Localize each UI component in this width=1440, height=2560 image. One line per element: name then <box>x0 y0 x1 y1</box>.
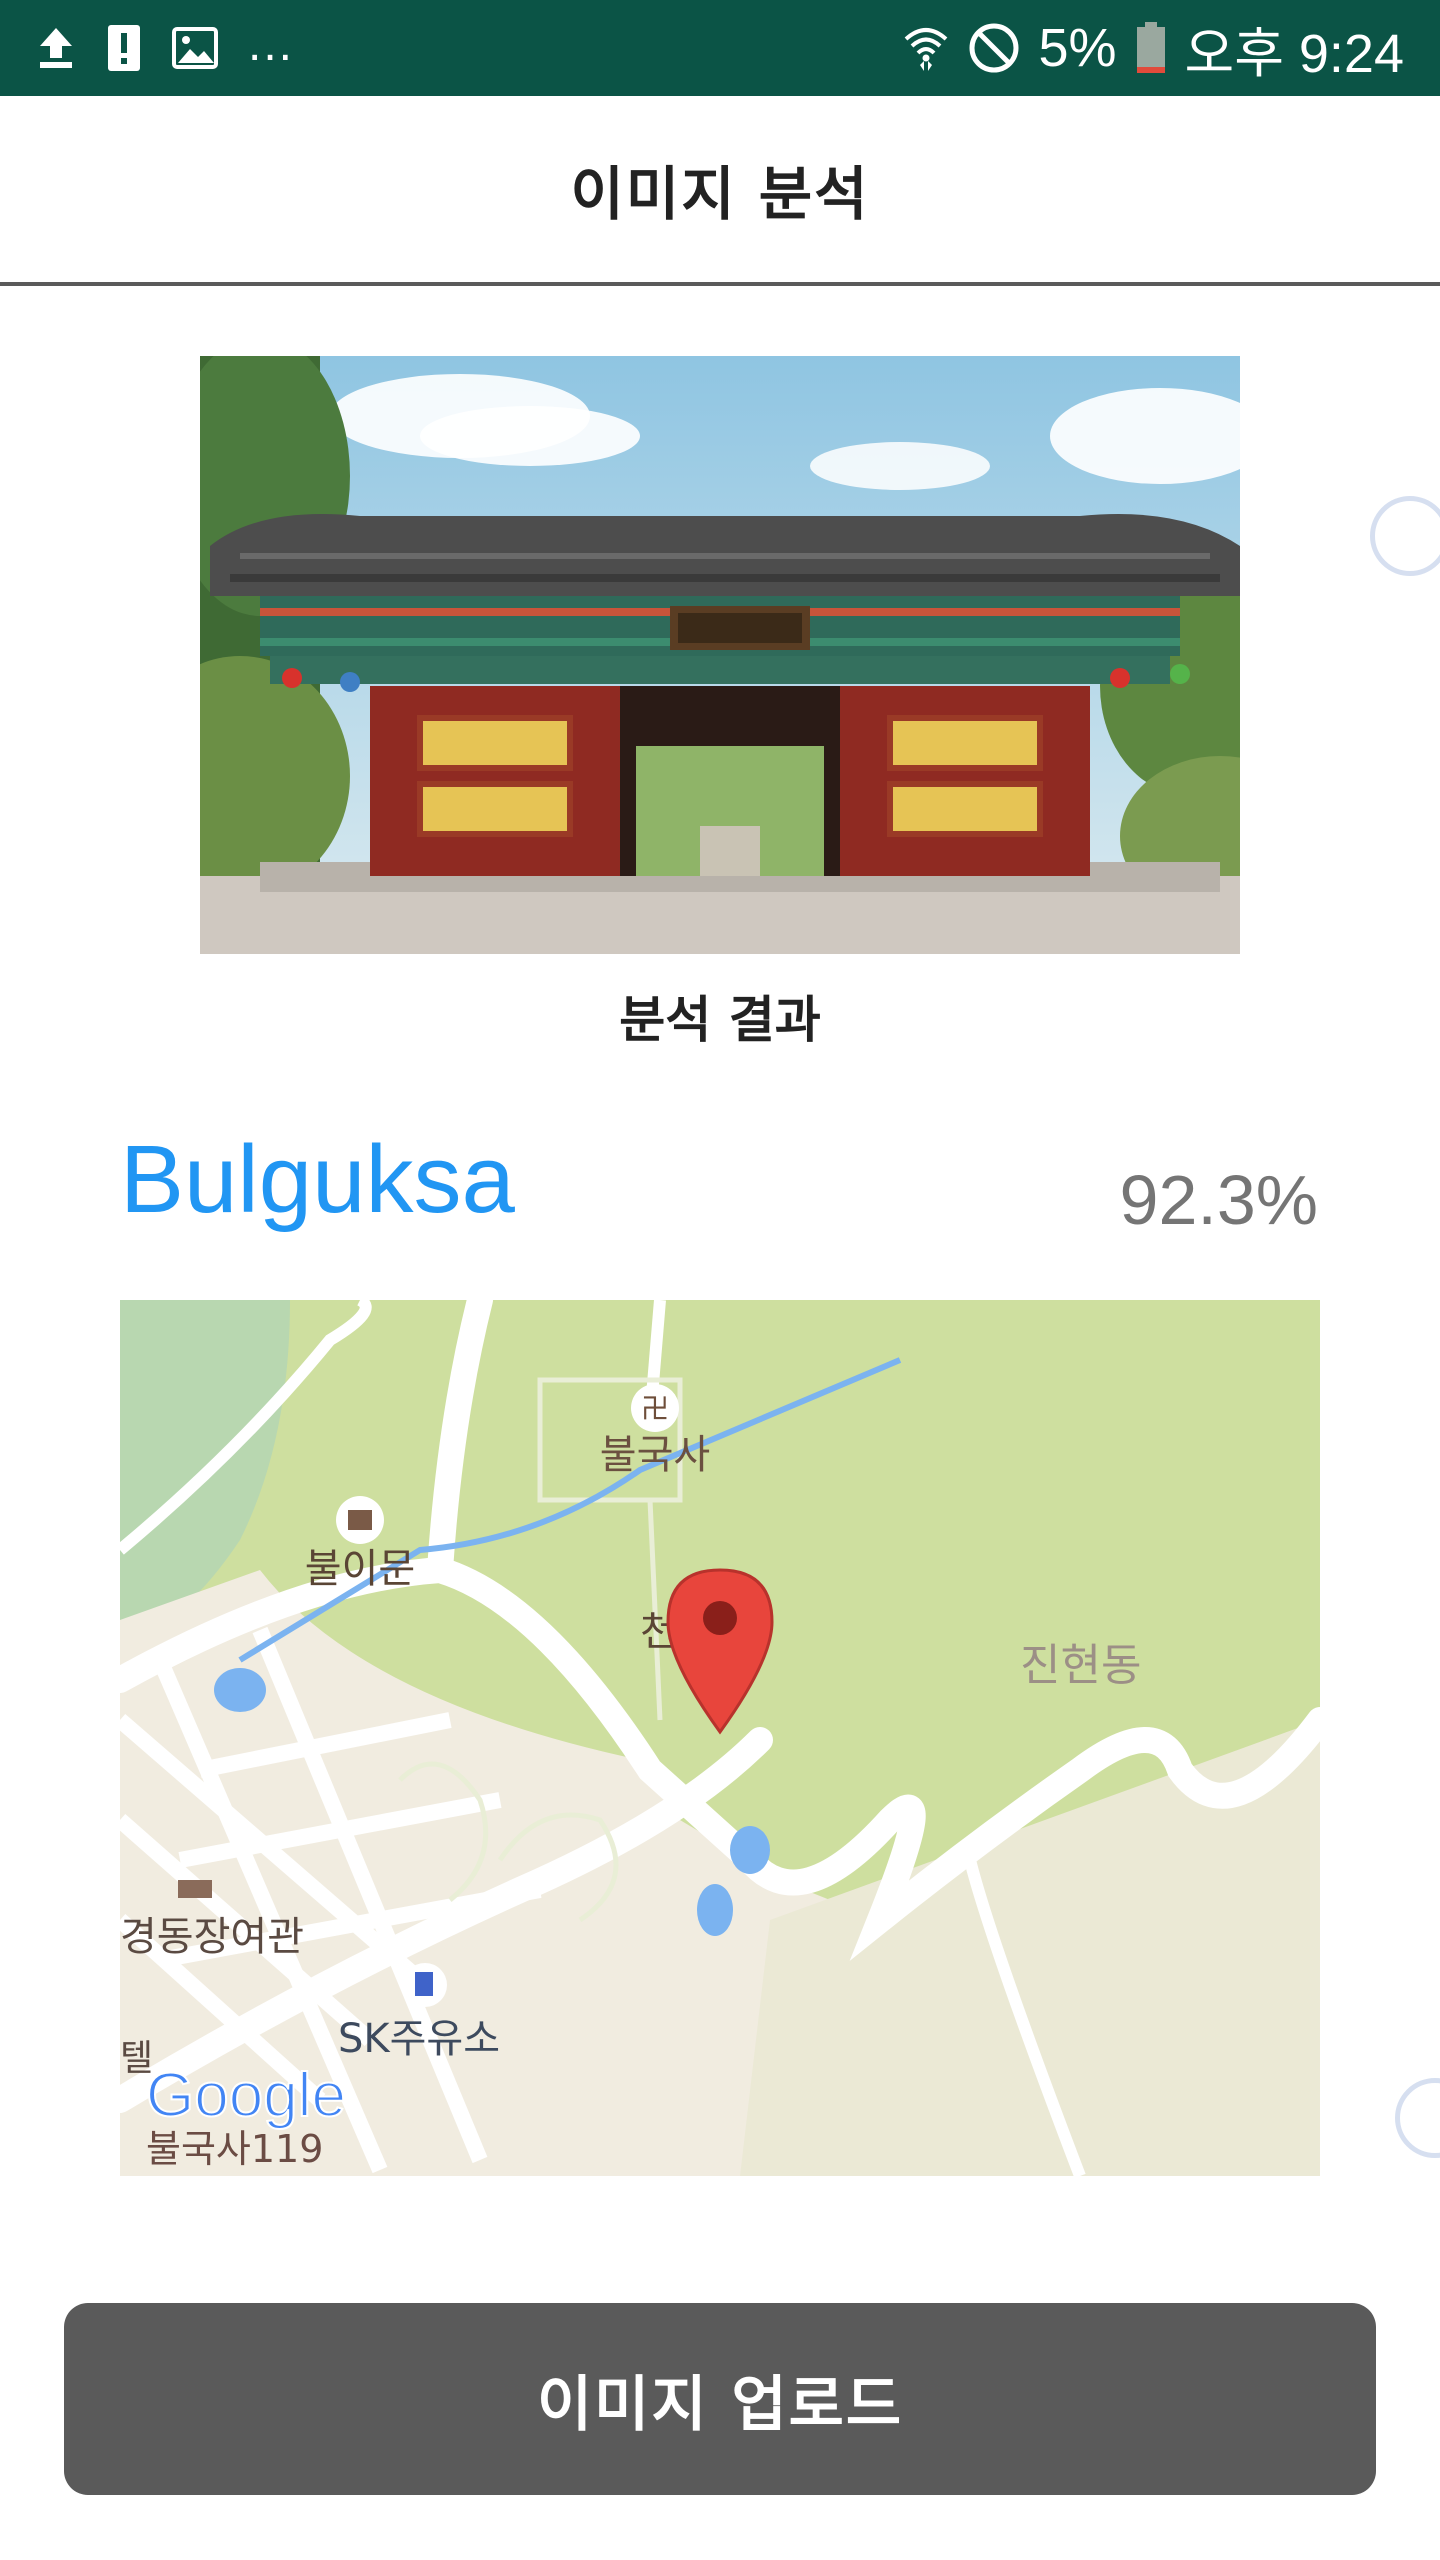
location-map[interactable]: 卍 불국사 불이문 진현동 경동장여관 SK주유소 불국사119 텔 천 Goo… <box>120 1300 1320 2176</box>
floating-indicator-top[interactable] <box>1370 496 1440 576</box>
clock: 오후 9:24 <box>1184 23 1404 84</box>
wifi-icon <box>902 23 950 73</box>
page-title: 이미지 분석 <box>570 160 870 228</box>
map-canvas: 卍 불국사 불이문 진현동 경동장여관 SK주유소 불국사119 텔 천 Goo… <box>120 1300 1320 2176</box>
alert-icon <box>106 23 142 73</box>
landmark-name: Bulguksa <box>120 1126 515 1233</box>
do-not-disturb-icon <box>968 22 1020 74</box>
map-label-gas-station: SK주유소 <box>338 2016 500 2062</box>
battery-icon <box>1135 21 1167 75</box>
upload-image-button[interactable]: 이미지 업로드 <box>64 2303 1376 2495</box>
map-label-gate: 불이문 <box>305 1546 415 1592</box>
svg-text:卍: 卍 <box>641 1392 669 1425</box>
temple-photo <box>200 356 1240 954</box>
upload-icon <box>36 26 76 70</box>
battery-percent: 5% <box>1038 18 1117 78</box>
confidence-score: 92.3% <box>1119 1161 1318 1239</box>
map-google-logo: Google <box>146 2061 346 2130</box>
uploaded-photo <box>200 356 1240 954</box>
image-icon <box>172 27 218 69</box>
map-label-fire-station: 불국사119 <box>146 2127 323 2171</box>
floating-indicator-bottom[interactable] <box>1395 2078 1440 2158</box>
status-bar: ... 5% 오후 9:24 <box>0 0 1440 96</box>
app-bar: 이미지 분석 <box>0 96 1440 286</box>
status-bar-system: 5% 오후 9:24 <box>902 0 1404 96</box>
status-bar-notifications: ... <box>36 0 294 96</box>
map-label-temple: 불국사 <box>600 1432 710 1478</box>
map-label-village: 진현동 <box>1020 1640 1141 1691</box>
more-icon: ... <box>248 17 295 71</box>
analysis-result-heading: 분석 결과 <box>619 991 821 1049</box>
map-label-inn: 경동장여관 <box>120 1914 304 1960</box>
